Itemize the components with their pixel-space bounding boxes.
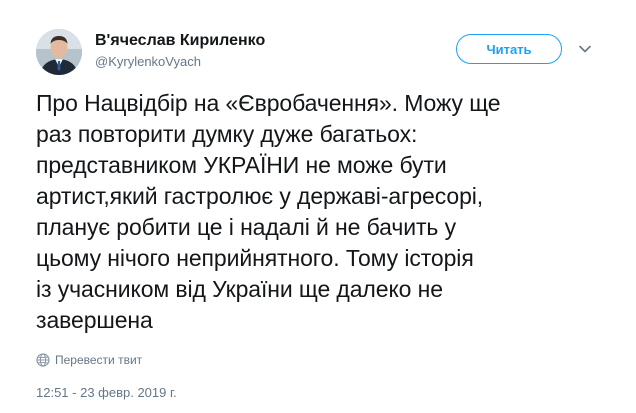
translate-label: Перевести твит bbox=[55, 353, 143, 367]
tweet-timestamp[interactable]: 12:51 - 23 февр. 2019 г. bbox=[36, 385, 177, 400]
globe-icon bbox=[36, 353, 50, 367]
translate-tweet-link[interactable]: Перевести твит bbox=[36, 353, 142, 367]
tweet-text-line: завершена bbox=[36, 307, 153, 333]
author-display-name[interactable]: В'ячеслав Кириленко bbox=[95, 32, 265, 50]
person-avatar-icon bbox=[36, 29, 82, 75]
author-handle[interactable]: @KyrylenkoVyach bbox=[95, 54, 201, 69]
chevron-down-icon[interactable] bbox=[578, 42, 592, 56]
follow-button[interactable]: Читать bbox=[456, 34, 562, 64]
tweet-text-line: представником УКРАЇНИ не може бути bbox=[36, 152, 447, 178]
tweet-card: В'ячеслав Кириленко @KyrylenkoVyach Чита… bbox=[0, 0, 636, 413]
tweet-text-line: цьому нічого неприйнятного. Тому історія bbox=[36, 245, 474, 271]
tweet-text: Про Нацвідбір на «Євробачення». Можу ще … bbox=[36, 88, 596, 336]
tweet-text-line: із учасником від України ще далеко не bbox=[36, 276, 443, 302]
tweet-text-line: Про Нацвідбір на «Євробачення». Можу ще bbox=[36, 90, 501, 116]
tweet-text-line: раз повторити думку дуже багатьох: bbox=[36, 121, 418, 147]
tweet-text-line: планує робити це і надалі й не бачить у bbox=[36, 214, 456, 240]
author-avatar[interactable] bbox=[36, 29, 82, 75]
tweet-text-line: артист,який гастролює у державі-агресорі… bbox=[36, 183, 484, 209]
